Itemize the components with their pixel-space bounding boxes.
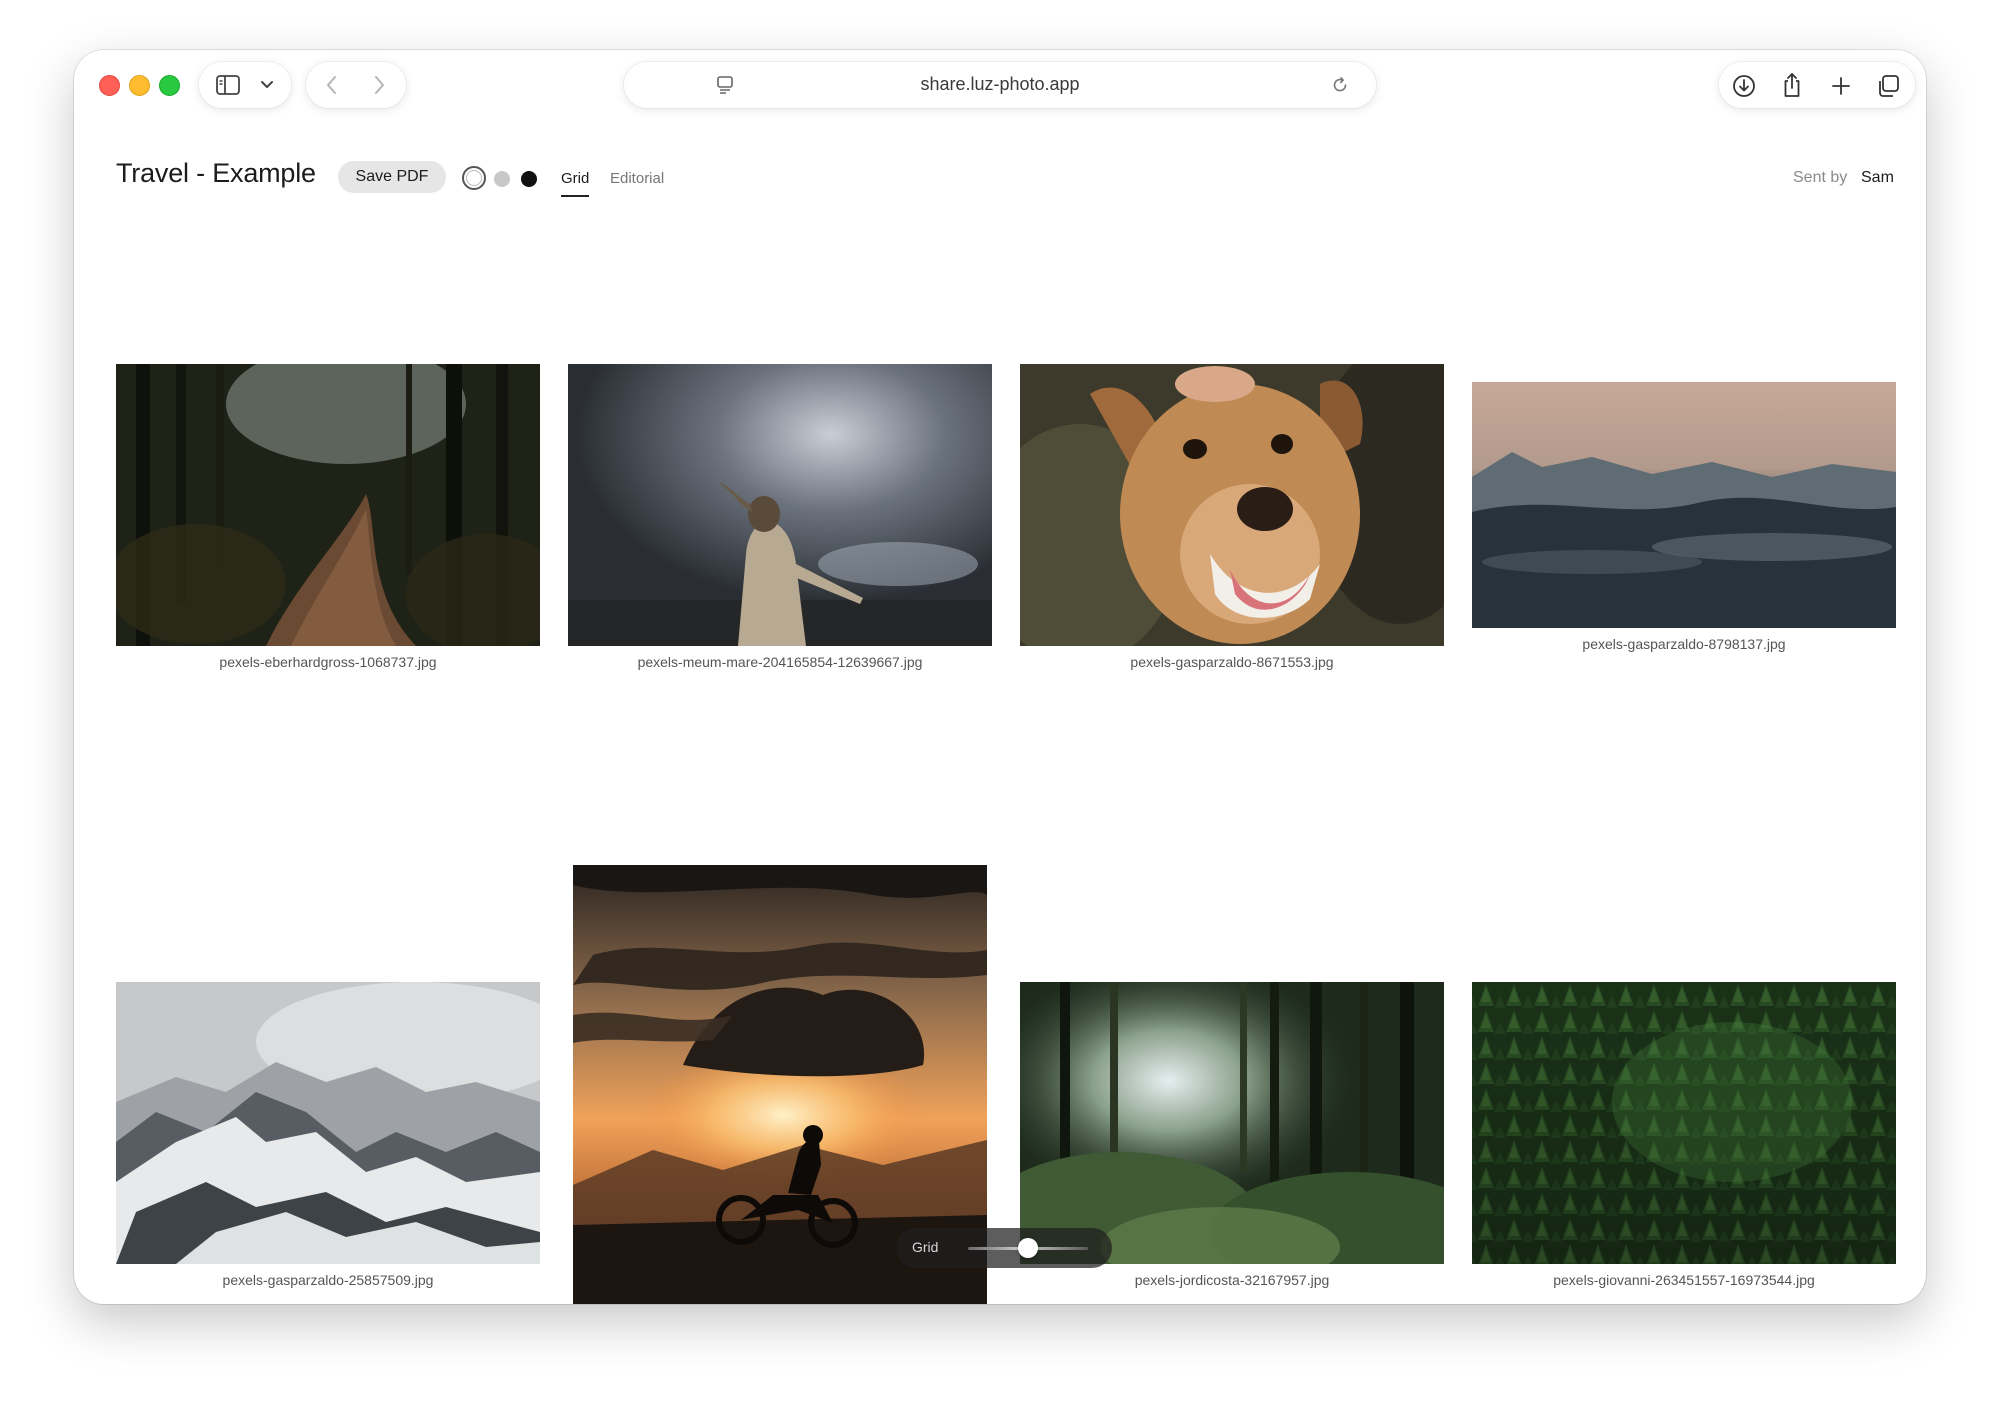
photo-snowy-mountains-art xyxy=(116,982,540,1264)
tab-editorial[interactable]: Editorial xyxy=(610,170,664,187)
back-icon[interactable] xyxy=(322,73,342,97)
photo-sunlit-forest[interactable] xyxy=(1020,982,1444,1264)
gray-theme-swatch[interactable] xyxy=(494,171,510,187)
actions-pill xyxy=(1719,62,1915,108)
photo-misty-mountains[interactable] xyxy=(1472,382,1896,628)
photo-sunlit-forest-art xyxy=(1020,982,1444,1264)
url-text[interactable]: share.luz-photo.app xyxy=(624,74,1376,95)
black-theme-swatch[interactable] xyxy=(521,171,537,187)
address-bar[interactable]: share.luz-photo.app xyxy=(624,62,1376,108)
download-icon[interactable] xyxy=(1731,73,1757,99)
sidebar-icon[interactable] xyxy=(215,73,241,97)
photo-caption: pexels-gasparzaldo-25857509.jpg xyxy=(222,1272,434,1288)
grid-slider-label: Grid xyxy=(912,1239,939,1255)
navigation-pill xyxy=(306,62,406,108)
browser-toolbar: share.luz-photo.app xyxy=(74,50,1926,136)
photo-caption: pexels-gasparzaldo-8798137.jpg xyxy=(1582,636,1786,652)
photo-dog-art xyxy=(1020,364,1444,646)
page-title: Travel - Example xyxy=(116,158,316,188)
photo-caption: pexels-giovanni-263451557-16973544.jpg xyxy=(1553,1272,1815,1288)
forward-icon[interactable] xyxy=(369,73,389,97)
grid-slider-knob[interactable] xyxy=(1018,1238,1038,1258)
new-tab-icon[interactable] xyxy=(1829,74,1853,98)
tab-overview-icon[interactable] xyxy=(1875,73,1901,99)
photo-caption: pexels-meum-mare-204165854-12639667.jpg xyxy=(637,654,923,670)
photo-forest-path[interactable] xyxy=(116,364,540,646)
close-window-button[interactable] xyxy=(99,75,120,96)
sent-by-label: Sent by xyxy=(1793,169,1848,186)
photo-forest-path-art xyxy=(116,364,540,646)
sent-by-name: Sam xyxy=(1861,169,1894,186)
browser-window: share.luz-photo.app Travel - Example Sav… xyxy=(74,50,1926,1304)
photo-pine-forest[interactable] xyxy=(1472,982,1896,1264)
save-pdf-button[interactable]: Save PDF xyxy=(338,161,446,193)
reload-icon[interactable] xyxy=(1330,75,1350,95)
chevron-down-icon[interactable] xyxy=(259,78,275,92)
tab-grid[interactable]: Grid xyxy=(561,170,589,187)
zoom-window-button[interactable] xyxy=(159,75,180,96)
photo-caption: pexels-jordicosta-32167957.jpg xyxy=(1134,1272,1330,1288)
sidebar-pill xyxy=(199,62,291,108)
photo-woman-storm-art xyxy=(568,364,992,646)
minimize-window-button[interactable] xyxy=(129,75,150,96)
photo-pine-forest-art xyxy=(1472,982,1896,1264)
photo-caption: pexels-gasparzaldo-8671553.jpg xyxy=(1130,654,1334,670)
photo-snowy-mountains[interactable] xyxy=(116,982,540,1264)
active-tab-indicator xyxy=(561,195,589,197)
photo-dog[interactable] xyxy=(1020,364,1444,646)
white-theme-swatch[interactable] xyxy=(462,166,486,190)
photo-caption: pexels-eberhardgross-1068737.jpg xyxy=(219,654,437,670)
photo-misty-mountains-art xyxy=(1472,382,1896,628)
photo-woman-storm[interactable] xyxy=(568,364,992,646)
share-icon[interactable] xyxy=(1779,71,1805,99)
grid-size-slider[interactable]: Grid xyxy=(896,1228,1112,1268)
